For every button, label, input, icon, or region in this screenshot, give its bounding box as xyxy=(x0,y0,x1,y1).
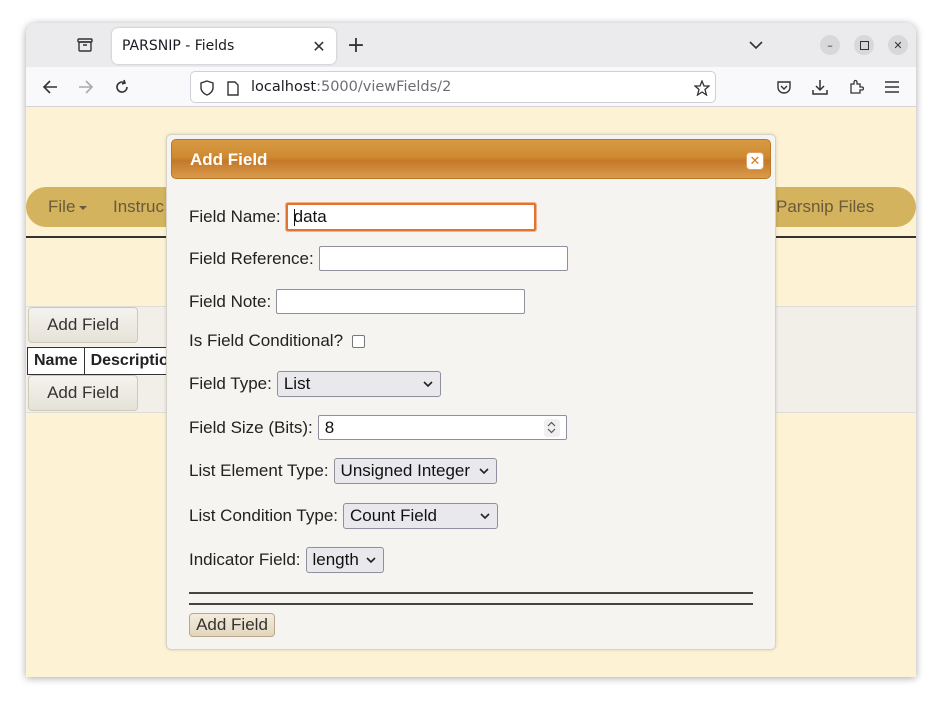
field-name-input[interactable]: data xyxy=(285,203,536,231)
new-tab-icon[interactable]: + xyxy=(344,33,368,58)
chevron-down-icon[interactable] xyxy=(746,35,766,55)
parsnip-files-menu[interactable]: Parsnip Files xyxy=(776,197,874,217)
bookmark-star-icon[interactable] xyxy=(694,80,710,96)
tab-title: PARSNIP - Fields xyxy=(122,38,235,54)
browser-window: PARSNIP - Fields ✕ + – ✕ localhost:5000/… xyxy=(26,23,916,677)
indicator-field-value: length xyxy=(312,550,359,569)
add-field-button-top[interactable]: Add Field xyxy=(28,307,138,343)
url-path: :5000/viewFields/2 xyxy=(316,79,452,95)
dialog-titlebar[interactable]: Add Field ✕ xyxy=(171,139,771,179)
is-conditional-row: Is Field Conditional? xyxy=(189,331,366,351)
field-name-value: data xyxy=(293,207,327,226)
add-field-button-bottom[interactable]: Add Field xyxy=(28,375,138,411)
chevron-down-icon xyxy=(422,378,434,390)
field-size-row: Field Size (Bits): 8 xyxy=(189,415,567,440)
list-condition-type-row: List Condition Type: Count Field xyxy=(189,503,498,529)
close-window-icon[interactable]: ✕ xyxy=(888,35,908,55)
field-type-label: Field Type: xyxy=(189,374,272,393)
field-name-row: Field Name: data xyxy=(189,203,536,231)
list-element-type-row: List Element Type: Unsigned Integer xyxy=(189,458,497,484)
caret-down-icon xyxy=(79,205,88,210)
tab-list-icon[interactable] xyxy=(74,35,96,55)
indicator-field-select[interactable]: length xyxy=(305,547,384,573)
column-header-name: Name xyxy=(28,348,85,374)
list-element-type-label: List Element Type: xyxy=(189,461,329,480)
field-size-value: 8 xyxy=(324,417,335,437)
page-icon[interactable] xyxy=(225,80,241,96)
list-element-type-select[interactable]: Unsigned Integer xyxy=(333,458,497,484)
field-type-select[interactable]: List xyxy=(276,371,441,397)
is-conditional-label: Is Field Conditional? xyxy=(189,331,344,350)
field-type-value: List xyxy=(283,374,311,393)
spinner-icon[interactable] xyxy=(543,418,560,437)
instructions-menu[interactable]: Instruc xyxy=(113,197,164,217)
field-note-label: Field Note: xyxy=(189,291,272,311)
chevron-down-icon xyxy=(478,465,490,477)
tab-strip: PARSNIP - Fields ✕ + – ✕ xyxy=(26,23,916,67)
reload-icon[interactable] xyxy=(111,76,133,98)
page-content: File Instruc Parsnip Files Add Field Nam… xyxy=(26,108,916,677)
add-field-dialog: Add Field ✕ Field Name: data Field Refer… xyxy=(166,134,776,650)
shield-icon[interactable] xyxy=(199,80,215,96)
chevron-down-icon xyxy=(365,554,377,566)
active-tab[interactable]: PARSNIP - Fields ✕ xyxy=(112,28,336,64)
list-element-type-value: Unsigned Integer xyxy=(340,461,471,480)
maximize-icon[interactable] xyxy=(854,35,874,55)
nav-toolbar: localhost:5000/viewFields/2 xyxy=(26,67,916,107)
url-host: localhost xyxy=(251,79,317,95)
dialog-divider-bottom xyxy=(189,603,753,605)
field-name-label: Field Name: xyxy=(189,207,281,226)
dialog-title: Add Field xyxy=(190,150,268,169)
field-reference-row: Field Reference: xyxy=(189,246,568,271)
field-reference-input[interactable] xyxy=(318,246,568,271)
is-conditional-checkbox[interactable] xyxy=(352,334,366,348)
column-header-description: Descriptio xyxy=(90,352,169,369)
url-text: localhost:5000/viewFields/2 xyxy=(251,79,451,95)
file-menu-label: File xyxy=(48,197,76,216)
list-condition-type-select[interactable]: Count Field xyxy=(343,503,498,529)
url-bar[interactable]: localhost:5000/viewFields/2 xyxy=(190,71,716,103)
add-field-submit-button[interactable]: Add Field xyxy=(189,613,275,637)
file-menu[interactable]: File xyxy=(48,197,88,217)
dialog-close-icon[interactable]: ✕ xyxy=(746,152,764,170)
field-reference-label: Field Reference: xyxy=(189,248,314,268)
back-icon[interactable] xyxy=(39,76,61,98)
fields-table-header: Name Descriptio xyxy=(27,347,172,375)
minimize-icon[interactable]: – xyxy=(820,35,840,55)
dialog-divider-top xyxy=(189,592,753,594)
indicator-field-label: Indicator Field: xyxy=(189,550,301,569)
chevron-down-icon xyxy=(479,510,491,522)
close-tab-icon[interactable]: ✕ xyxy=(310,37,328,56)
list-condition-type-value: Count Field xyxy=(350,506,437,525)
pocket-icon[interactable] xyxy=(773,76,795,98)
field-note-input[interactable] xyxy=(276,289,526,314)
downloads-icon[interactable] xyxy=(809,76,831,98)
list-condition-type-label: List Condition Type: xyxy=(189,506,338,525)
forward-icon[interactable] xyxy=(75,76,97,98)
menu-icon[interactable] xyxy=(881,76,903,98)
field-note-row: Field Note: xyxy=(189,289,526,314)
field-size-label: Field Size (Bits): xyxy=(189,417,313,437)
field-size-input[interactable]: 8 xyxy=(317,415,567,440)
extensions-icon[interactable] xyxy=(845,76,867,98)
field-type-row: Field Type: List xyxy=(189,371,441,397)
indicator-field-row: Indicator Field: length xyxy=(189,547,384,573)
